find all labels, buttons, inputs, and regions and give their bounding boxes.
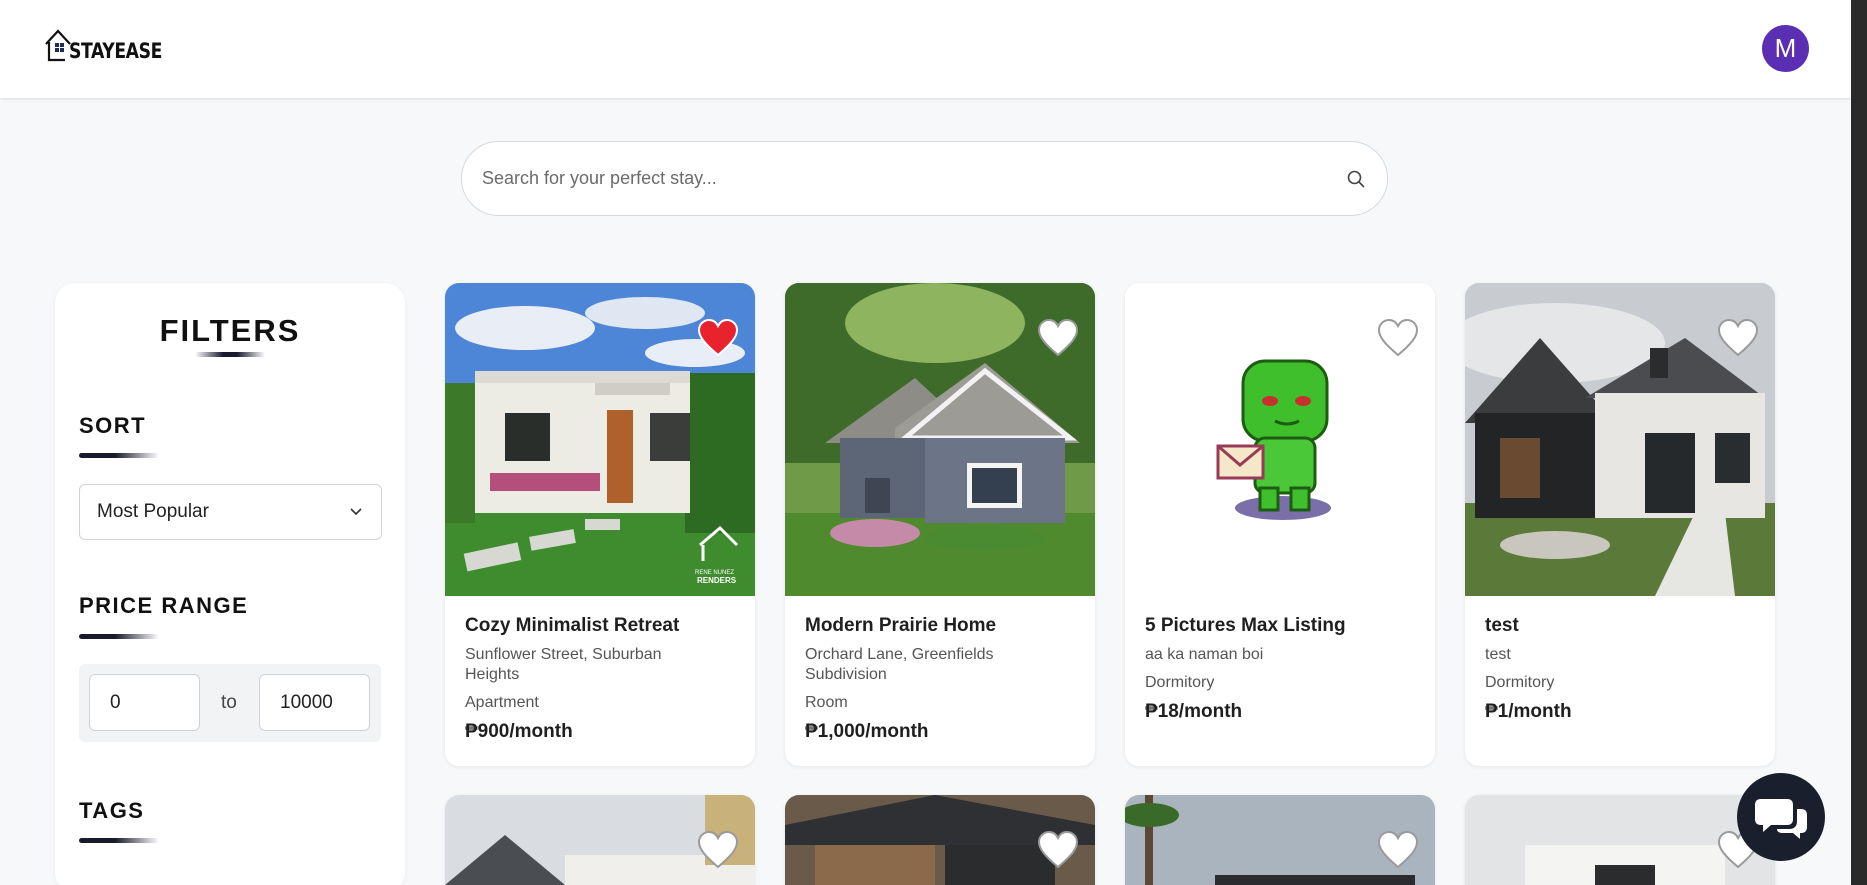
- listing-card[interactable]: [785, 795, 1095, 885]
- listing-address: aa ka naman boi: [1145, 646, 1264, 663]
- listing-card[interactable]: [445, 795, 755, 885]
- price-range-heading-underline: [79, 634, 159, 639]
- listing-type: Room: [805, 694, 848, 711]
- page-scrollbar[interactable]: [1851, 0, 1867, 885]
- price-range-separator: to: [221, 692, 237, 713]
- top-navbar: STAYEASE M: [0, 0, 1851, 98]
- listing-address: test: [1485, 646, 1511, 663]
- favorite-heart-icon[interactable]: [1037, 318, 1079, 358]
- favorite-heart-icon[interactable]: [697, 830, 739, 870]
- listing-title[interactable]: Modern Prairie Home: [805, 615, 996, 637]
- favorite-heart-icon[interactable]: [1377, 318, 1419, 358]
- search-bar[interactable]: [461, 141, 1388, 216]
- listing-title[interactable]: 5 Pictures Max Listing: [1145, 615, 1346, 637]
- listing-price: ₱18/month: [1145, 701, 1243, 722]
- listing-card[interactable]: RENE NUNEZ RENDERS Cozy Minimalist Retre…: [445, 283, 755, 766]
- listing-address: Orchard Lane, Greenfields Subdivision: [805, 646, 994, 683]
- listing-type: Dormitory: [1485, 674, 1555, 691]
- favorite-heart-icon[interactable]: [1037, 830, 1079, 870]
- price-range-heading: PRICE RANGE: [79, 593, 249, 618]
- tags-heading: TAGS: [79, 798, 145, 823]
- listing-price: ₱1/month: [1485, 701, 1572, 722]
- listing-price: ₱900/month: [465, 721, 573, 742]
- listing-card[interactable]: [1465, 795, 1775, 885]
- sort-selected-value: Most Popular: [97, 501, 209, 522]
- listing-address: Sunflower Street, Suburban Heights: [465, 646, 662, 683]
- avatar-initial: M: [1774, 33, 1797, 63]
- chat-icon: [1755, 799, 1807, 839]
- scrollbar-thumb[interactable]: [1855, 0, 1863, 885]
- sort-heading-underline: [79, 453, 159, 458]
- tags-heading-underline: [79, 838, 159, 843]
- search-icon[interactable]: [1345, 168, 1367, 190]
- listing-type: Dormitory: [1145, 674, 1215, 691]
- user-avatar[interactable]: M: [1762, 25, 1809, 72]
- search-input[interactable]: [482, 168, 1345, 189]
- filters-title-underline: [195, 352, 265, 357]
- listing-card[interactable]: test test Dormitory ₱1/month: [1465, 283, 1775, 766]
- favorite-heart-icon[interactable]: [1377, 830, 1419, 870]
- listing-type: Apartment: [465, 694, 539, 711]
- chat-button[interactable]: [1737, 773, 1825, 861]
- price-max-input[interactable]: 10000: [259, 674, 370, 731]
- price-range-box: 0 to 10000: [79, 664, 381, 742]
- filters-panel: FILTERS SORT Most Popular PRICE RANGE 0 …: [55, 283, 405, 885]
- price-min-input[interactable]: 0: [89, 674, 200, 731]
- listing-card[interactable]: Modern Prairie Home Orchard Lane, Greenf…: [785, 283, 1095, 766]
- listing-title[interactable]: test: [1485, 615, 1519, 637]
- chevron-down-icon: [350, 508, 362, 516]
- listing-price: ₱1,000/month: [805, 721, 929, 742]
- listing-card[interactable]: [1125, 795, 1435, 885]
- brand-logo[interactable]: STAYEASE: [43, 26, 182, 62]
- svg-text:RENDERS: RENDERS: [697, 576, 737, 585]
- brand-name: STAYEASE: [69, 39, 162, 63]
- sort-dropdown[interactable]: Most Popular: [79, 484, 382, 540]
- filters-title: FILTERS: [159, 313, 301, 348]
- listing-card[interactable]: 5 Pictures Max Listing aa ka naman boi D…: [1125, 283, 1435, 766]
- listing-title[interactable]: Cozy Minimalist Retreat: [465, 615, 679, 637]
- favorite-heart-icon[interactable]: [1717, 318, 1759, 358]
- sort-heading: SORT: [79, 413, 147, 438]
- favorite-heart-icon[interactable]: [697, 318, 739, 358]
